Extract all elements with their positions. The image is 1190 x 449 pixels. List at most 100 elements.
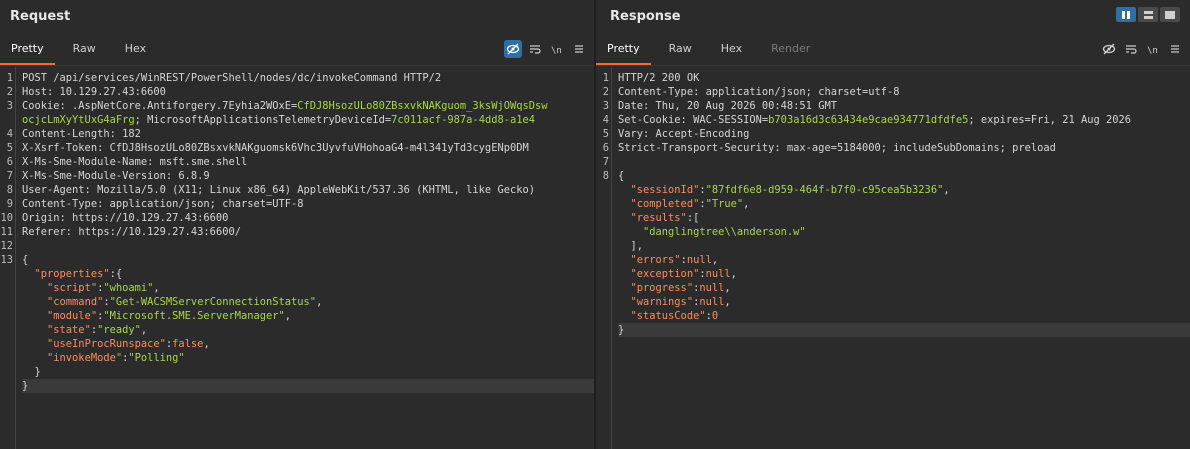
code-token: ; expires=Fri, 21 Aug 2026 [968,114,1132,126]
code-line: "errors":null, [618,253,1190,267]
request-editor[interactable]: 1 2 3 4 5 6 7 8 9 10 11 12 13 POST /api/services/Win… [0,67,594,449]
line-number [0,337,15,351]
code-token: null [705,268,731,280]
code-line: "properties":{ [22,267,594,281]
code-token: User-Agent: [22,184,98,196]
code-token: "state" [47,324,91,336]
code-line: "completed":"True", [618,197,1190,211]
code-line: } [618,323,1190,337]
code-token: "invokeMode" [47,352,123,364]
newline-icon[interactable]: \n [548,40,566,58]
code-token: , [711,254,719,266]
code-line: Content-Length: 182 [22,127,594,141]
code-token: :{ [109,268,123,280]
code-token: "Microsoft.SME.ServerManager" [103,310,285,322]
split-view-icon[interactable] [1116,7,1136,22]
response-tab-hex[interactable]: Hex [710,32,753,65]
line-number [596,323,611,337]
hide-nonprinting-icon[interactable] [1100,40,1118,58]
hide-nonprinting-icon[interactable] [504,39,522,58]
code-token: Thu, 20 Aug 2026 00:48:51 GMT [655,100,837,112]
code-token: "exception" [630,268,700,280]
single-view-icon[interactable] [1160,7,1180,22]
code-token: Content-Type: [618,86,706,98]
code-line: Referer: https://10.129.27.43:6600/ [22,225,594,239]
line-number [0,379,15,393]
code-line: { [22,253,594,267]
code-line: "module":"Microsoft.SME.ServerManager", [22,309,594,323]
code-token: Strict-Transport-Security: [618,142,787,154]
code-line: "results":[ [618,211,1190,225]
line-number: 5 [602,128,609,140]
layout-toggles [1116,7,1180,22]
code-token: msft.sme.shell [159,156,248,168]
code-token: "Polling" [128,352,185,364]
wrap-lines-icon[interactable] [1122,40,1140,58]
code-token: .AspNetCore.Antiforgery.7Eyhia2WOxE [72,100,291,112]
request-pane: Request Pretty Raw Hex \n 1 2 3 4 5 6 7 8 9 10 11 1… [0,0,594,449]
code-token: "script" [47,282,98,294]
line-number: 7 [602,156,609,168]
code-token: https://10.129.27.43:6600 [72,212,229,224]
code-token: "ready" [97,324,141,336]
code-token: "statusCode" [630,310,706,322]
response-editor[interactable]: 12345678 HTTP/2 200 OK Content-Type: appl… [596,67,1190,449]
line-number: 1 [602,72,609,84]
line-number [0,351,15,365]
code-token: 6.8.9 [178,170,210,182]
code-token: 182 [122,128,141,140]
request-tab-hex[interactable]: Hex [114,32,157,65]
response-tab-raw[interactable]: Raw [658,32,703,65]
request-tab-pretty[interactable]: Pretty [0,32,55,65]
code-token: "danglingtree\\anderson.w" [643,226,806,238]
code-token: , [203,338,210,350]
code-line: "state":"ready", [22,323,594,337]
code-token: "87fdf6e8-d959-464f-b7f0-c95cea5b3236" [705,184,944,196]
code-line: "danglingtree\\anderson.w" [618,225,1190,239]
code-token: , [943,184,950,196]
response-pane: Response Pretty Raw Hex Render \n 12 3 4… [596,0,1190,449]
newline-icon[interactable]: \n [1144,40,1162,58]
menu-icon[interactable] [570,40,588,58]
line-number [0,309,15,323]
code-token: "progress" [630,282,694,294]
request-line-numbers: 1 2 3 4 5 6 7 8 9 10 11 12 13 [0,67,16,449]
code-token: "properties" [34,268,110,280]
code-token: , [730,268,737,280]
response-header: Response [596,0,1190,32]
response-tab-pretty[interactable]: Pretty [596,32,651,65]
request-toolbar: \n [504,32,588,65]
code-token: "True" [705,198,744,210]
line-number: 8 [602,170,609,182]
line-number: 13 [0,254,13,266]
code-token: 10.129.27.43:6600 [59,86,166,98]
request-tabbar: Pretty Raw Hex \n [0,32,594,66]
line-number: 4 [6,128,13,140]
line-number: 4 [602,114,609,126]
line-number: 12 [0,240,13,252]
wrap-lines-icon[interactable] [526,40,544,58]
line-number [0,281,15,295]
request-code[interactable]: POST /api/services/WinREST/PowerShell/no… [16,67,594,449]
code-token: , [140,324,148,336]
code-token: "Get-WACSMServerConnectionStatus" [109,296,317,308]
code-token: ocjcLmXyYtUxG4aFrg [22,114,135,126]
response-code[interactable]: HTTP/2 200 OK Content-Type: application/j… [612,67,1190,449]
code-token: https://10.129.27.43:6600/ [78,226,241,238]
menu-icon[interactable] [1166,40,1184,58]
request-tab-raw[interactable]: Raw [62,32,107,65]
line-number: 6 [6,156,13,168]
code-token: "errors" [630,254,681,266]
stacked-view-icon[interactable] [1138,7,1158,22]
code-line: Date: Thu, 20 Aug 2026 00:48:51 GMT [618,99,1190,113]
code-token: "command" [47,296,104,308]
response-tab-render[interactable]: Render [760,32,821,65]
line-number [0,267,15,281]
